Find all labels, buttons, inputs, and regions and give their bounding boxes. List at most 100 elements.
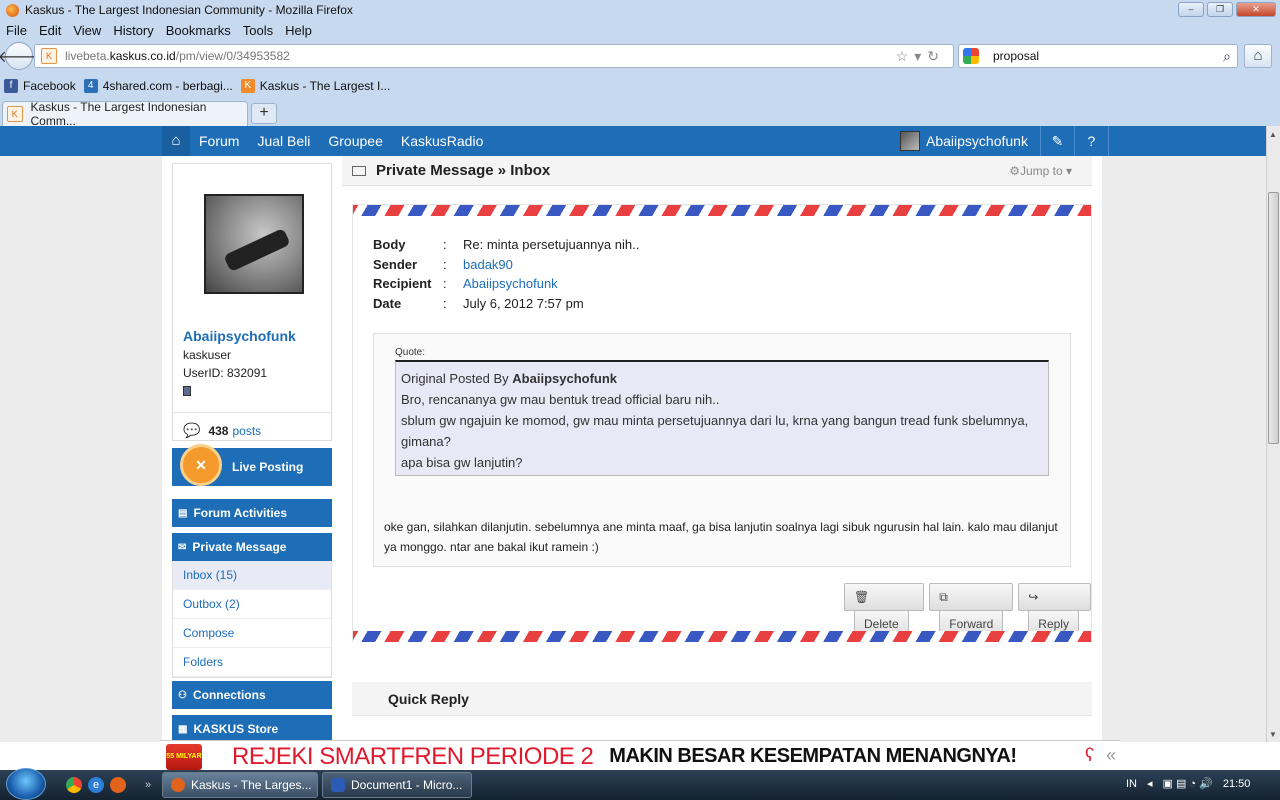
star-reload-icon[interactable]: ☆▾↻ — [896, 48, 945, 65]
home-icon[interactable]: ⌂ — [1244, 44, 1272, 68]
airmail-border-top — [353, 205, 1091, 216]
window-title: Kaskus - The Largest Indonesian Communit… — [25, 3, 353, 17]
message-fields: Body: Re: minta persetujuannya nih.. Send… — [373, 235, 639, 313]
scroll-up-icon[interactable]: ▲ — [1269, 130, 1277, 139]
google-icon[interactable] — [963, 48, 979, 64]
live-posting-button[interactable]: ✕ Live Posting — [172, 444, 332, 486]
message-actions: 🗑 Delete ⧉ Forward ↪ Reply — [844, 583, 1091, 638]
ad-headline: REJEKI SMARTFREN PERIODE 2 — [232, 742, 594, 770]
firefox-task-icon — [171, 778, 185, 792]
facebook-icon: f — [4, 79, 18, 93]
kaskus-icon: K — [240, 79, 255, 93]
speech-bubble-icon: 💬 — [183, 422, 201, 438]
search-bar[interactable]: proposal ⌕ — [958, 44, 1238, 68]
quote-line: apa bisa gw lanjutin? — [401, 455, 523, 470]
bookmark-kaskus[interactable]: K Kaskus - The Largest I... — [240, 79, 390, 93]
menu-edit[interactable]: Edit — [39, 23, 61, 38]
content-wrapper: Abaiipsychofunk kaskuser UserID: 832091 … — [162, 156, 1102, 742]
help-icon[interactable]: ? — [1075, 126, 1109, 156]
menu-bookmarks[interactable]: Bookmarks — [166, 23, 231, 38]
window-titlebar: Kaskus - The Largest Indonesian Communit… — [0, 0, 1280, 20]
reputation-icon — [183, 386, 191, 396]
sidebar-item-outbox[interactable]: Outbox (2) — [173, 590, 331, 619]
edit-pencil-icon[interactable]: ✎ — [1041, 126, 1075, 156]
close-button[interactable]: ✕ — [1236, 2, 1276, 17]
field-date: Date: July 6, 2012 7:57 pm — [373, 296, 584, 312]
user-avatar-small[interactable] — [900, 131, 920, 151]
new-tab-button[interactable]: + — [251, 103, 277, 124]
back-arrow-icon[interactable]: 🡐 — [0, 42, 40, 70]
bookmarks-bar: f Facebook 4 4shared.com - berbagi... K Kas… — [0, 72, 1280, 100]
connections-button[interactable]: ⚇ Connections — [172, 681, 332, 709]
recipient-link[interactable]: Abaiipsychofunk — [463, 276, 558, 291]
clock[interactable]: 21:50 — [1223, 778, 1251, 790]
tab-kaskus[interactable]: K Kaskus - The Largest Indonesian Comm..… — [2, 100, 248, 128]
chrome-icon[interactable] — [66, 777, 82, 793]
field-body: Body: Re: minta persetujuannya nih.. — [373, 237, 640, 253]
tray-icons[interactable]: ▣ ▤ ◔ 🔊 — [1163, 777, 1213, 790]
nav-groupee[interactable]: Groupee — [319, 126, 391, 156]
scrollbar-thumb[interactable] — [1268, 192, 1279, 444]
nav-jual-beli[interactable]: Jual Beli — [248, 126, 319, 156]
menu-help[interactable]: Help — [285, 23, 312, 38]
menu-bar: File Edit View History Bookmarks Tools H… — [0, 20, 1280, 40]
profile-user-id: UserID: 832091 — [183, 366, 268, 380]
bookmark-facebook[interactable]: f Facebook — [4, 79, 76, 93]
sidebar-item-inbox[interactable]: Inbox (15) — [173, 561, 331, 590]
tray-expand-icon[interactable]: ◂ — [1147, 777, 1153, 790]
bookmark-4shared[interactable]: 4 4shared.com - berbagi... — [83, 79, 233, 93]
profile-username[interactable]: Abaiipsychofunk — [183, 328, 296, 344]
start-button[interactable] — [6, 768, 46, 800]
minimize-button[interactable]: – — [1178, 2, 1204, 17]
delete-button[interactable]: 🗑 Delete — [844, 583, 925, 638]
post-count: 438 — [208, 423, 229, 438]
profile-posts: 💬 438 posts — [173, 412, 331, 448]
search-icon[interactable]: ⌕ — [1223, 48, 1231, 65]
message-letter: Body: Re: minta persetujuannya nih.. Send… — [352, 204, 1092, 642]
language-indicator[interactable]: IN — [1126, 778, 1137, 790]
scroll-down-icon[interactable]: ▼ — [1269, 730, 1277, 739]
taskbar-firefox[interactable]: Kaskus - The Larges... — [162, 772, 318, 798]
private-message-button[interactable]: ✉ Private Message — [172, 533, 332, 561]
reply-button[interactable]: ↪ Reply — [1018, 583, 1091, 638]
quote-author: Abaiipsychofunk — [512, 371, 618, 386]
menu-view[interactable]: View — [73, 23, 101, 38]
nav-kaskusradio[interactable]: KaskusRadio — [392, 126, 493, 156]
firefox-quicklaunch-icon[interactable] — [110, 777, 126, 793]
maximize-button[interactable]: ❐ — [1207, 2, 1233, 17]
forward-button[interactable]: ⧉ Forward — [929, 583, 1014, 638]
sidebar-item-compose[interactable]: Compose — [173, 619, 331, 648]
menu-tools[interactable]: Tools — [243, 23, 273, 38]
nav-username[interactable]: Abaiipsychofunk — [926, 126, 1041, 156]
sender-link[interactable]: badak90 — [463, 257, 513, 272]
site-home-icon[interactable]: ⌂ — [162, 126, 190, 156]
envelope-icon: ✉ — [178, 541, 187, 553]
user-avatar[interactable] — [204, 194, 304, 294]
quote-line: sblum gw ngajuin ke momod, gw mau minta … — [401, 413, 1029, 449]
more-quicklaunch-icon[interactable]: » — [140, 777, 156, 793]
search-input[interactable]: proposal — [993, 49, 1039, 63]
web-page: ⌂ Forum Jual Beli Groupee KaskusRadio Ab… — [0, 126, 1266, 742]
kaskus-store-button[interactable]: ▦ KASKUS Store — [172, 715, 332, 742]
page-title: Private Message » Inbox — [376, 162, 551, 179]
ie-icon[interactable]: e — [88, 777, 104, 793]
nav-forum[interactable]: Forum — [190, 126, 248, 156]
ad-banner[interactable]: 55 MILYAR REJEKI SMARTFREN PERIODE 2 MAK… — [160, 740, 1120, 772]
url-text[interactable]: livebeta.kaskus.co.id/pm/view/0/34953582 — [65, 49, 290, 63]
posts-link[interactable]: posts — [232, 424, 261, 438]
smartfren-logo-icon: ʕ — [1085, 745, 1094, 765]
menu-file[interactable]: File — [6, 23, 27, 38]
connections-icon: ⚇ — [178, 689, 187, 701]
windows-taskbar: e » Kaskus - The Larges... Document1 - M… — [0, 768, 1280, 800]
jump-to-dropdown[interactable]: ⚙Jump to ▾ — [1009, 164, 1072, 178]
taskbar-word[interactable]: Document1 - Micro... — [322, 772, 472, 798]
page-header: Private Message » Inbox ⚙Jump to ▾ — [342, 156, 1092, 186]
menu-history[interactable]: History — [113, 23, 153, 38]
sidebar-item-folders[interactable]: Folders — [173, 648, 331, 677]
reply-text: oke gan, silahkan dilanjutin. sebelumnya… — [384, 520, 1058, 554]
url-bar[interactable]: K livebeta.kaskus.co.id/pm/view/0/349535… — [34, 44, 954, 68]
vertical-scrollbar[interactable]: ▲ ▼ — [1266, 126, 1280, 742]
forum-activities-button[interactable]: ▤ Forum Activities — [172, 499, 332, 527]
collapse-ad-icon[interactable]: « — [1106, 745, 1116, 766]
mail-icon — [352, 165, 366, 176]
